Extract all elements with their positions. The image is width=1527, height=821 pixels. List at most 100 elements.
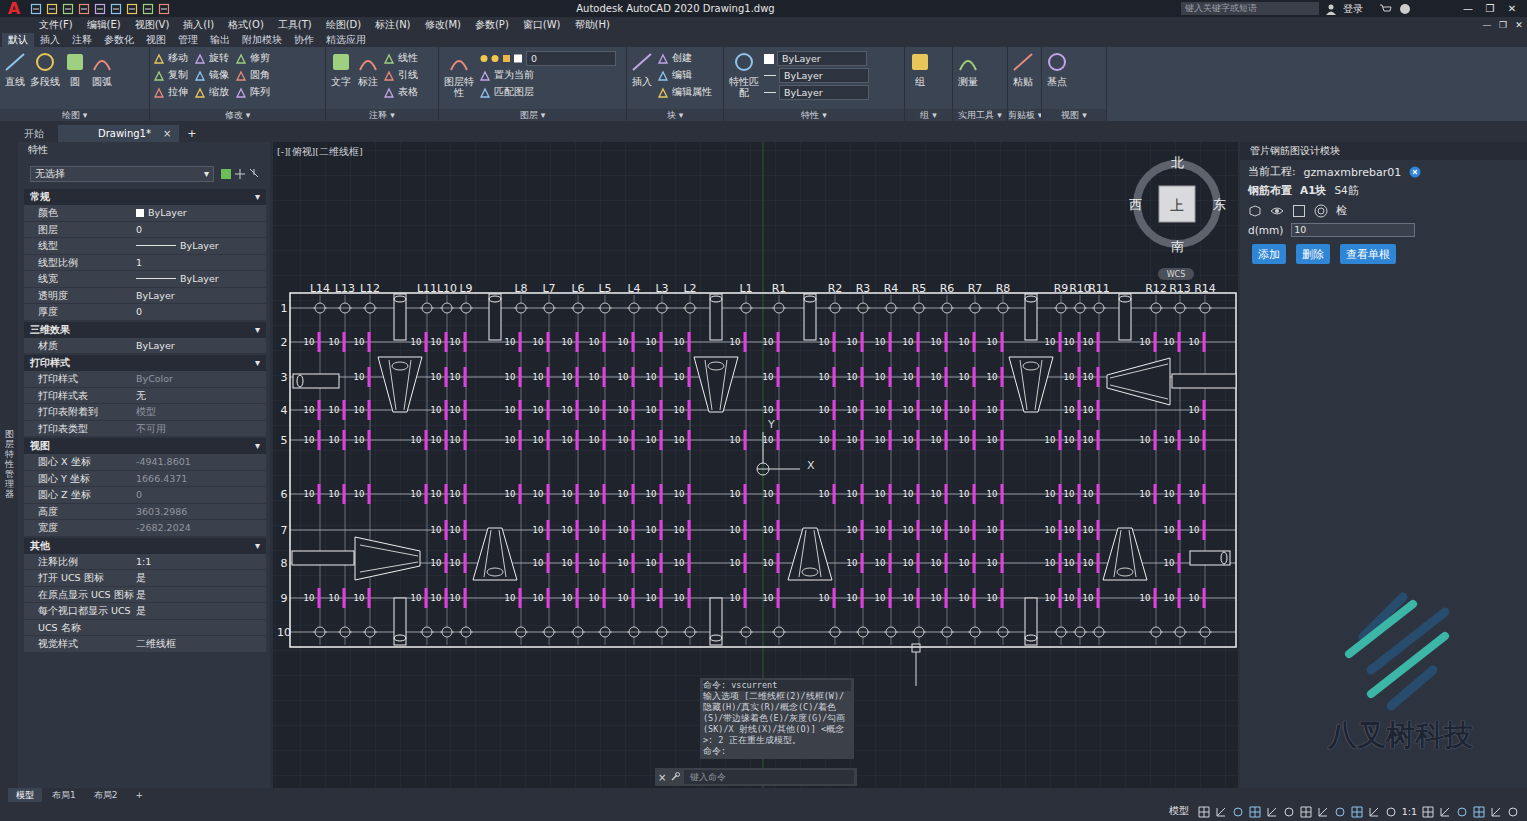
rebar-mark[interactable]: 10 [1189, 400, 1204, 420]
status-toggle-icon[interactable] [1300, 806, 1312, 818]
command-close-button[interactable]: × [658, 772, 666, 783]
property-row[interactable]: 视觉样式 二维线框 [24, 636, 266, 653]
rebar-mark[interactable]: 10 [533, 553, 548, 573]
rebar-mark[interactable]: 10 [847, 400, 862, 420]
property-row[interactable]: 打印样式表 无 [24, 388, 266, 405]
ribbon-small-tool[interactable]: 编辑 [657, 67, 712, 84]
ribbon-large-tool[interactable]: 圆 [63, 50, 87, 87]
drawing-canvas[interactable]: [-][俯视][二维线框]101010101010101010101010101… [273, 142, 1238, 788]
rebar-mark[interactable]: 10 [411, 332, 426, 352]
clear-project-icon[interactable] [1409, 166, 1421, 178]
property-row[interactable]: 在原点显示 UCS 图标 是 [24, 587, 266, 604]
layout-tab[interactable]: 布局1 [44, 788, 84, 802]
rebar-mark[interactable]: 10 [847, 588, 862, 608]
property-dropdown[interactable]: ByLayer [764, 67, 869, 84]
rebar-mark[interactable]: 10 [674, 484, 689, 504]
property-row[interactable]: 圆心 X 坐标 -4941.8601 [24, 454, 266, 471]
ribbon-group-label[interactable]: 块 ▾ [627, 109, 723, 121]
rebar-mark[interactable]: 10 [959, 553, 974, 573]
wrench-icon[interactable] [670, 772, 680, 782]
rebar-mark[interactable]: 10 [618, 332, 633, 352]
eye-icon[interactable] [1270, 204, 1284, 218]
ribbon-small-tool[interactable]: 编辑属性 [657, 84, 712, 101]
rebar-mark[interactable]: 10 [674, 332, 689, 352]
rebar-mark[interactable]: 10 [763, 430, 778, 450]
ribbon-small-tool[interactable]: 匹配图层 [479, 84, 616, 101]
rebar-mark[interactable]: 10 [329, 332, 344, 352]
diameter-input[interactable]: 10 [1291, 223, 1415, 237]
rebar-mark[interactable]: 10 [450, 332, 465, 352]
rebar-mark[interactable]: 10 [987, 520, 1002, 540]
rebar-mark[interactable]: 10 [1083, 588, 1098, 608]
rebar-mark[interactable]: 10 [875, 332, 890, 352]
ribbon-tab[interactable]: 注释 [66, 33, 98, 47]
rebar-mark[interactable]: 10 [931, 520, 946, 540]
rebar-mark[interactable]: 10 [987, 367, 1002, 387]
rebar-mark[interactable]: 10 [533, 484, 548, 504]
side-palette-handle[interactable]: 图层特性管理器 [0, 142, 18, 788]
rebar-mark[interactable]: 10 [431, 367, 446, 387]
rebar-mark[interactable]: 10 [1164, 520, 1179, 540]
rebar-mark[interactable]: 10 [329, 484, 344, 504]
rebar-mark[interactable]: 10 [505, 430, 520, 450]
rebar-mark[interactable]: 10 [959, 484, 974, 504]
rebar-mark[interactable]: 10 [646, 588, 661, 608]
rebar-mark[interactable]: 10 [847, 332, 862, 352]
ribbon-small-tool[interactable]: 阵列 [235, 84, 270, 101]
rebar-mark[interactable]: 10 [562, 332, 577, 352]
rebar-mark[interactable]: 10 [763, 588, 778, 608]
ribbon-small-tool[interactable]: 修剪 [235, 50, 270, 67]
rebar-mark[interactable]: 10 [1189, 484, 1204, 504]
status-toggle-icon[interactable] [1351, 806, 1363, 818]
rebar-mark[interactable]: 10 [931, 400, 946, 420]
rebar-mark[interactable]: 10 [1164, 484, 1179, 504]
selection-tools-icon[interactable] [220, 168, 260, 180]
rebar-mark[interactable]: 10 [618, 484, 633, 504]
cart-icon[interactable] [1379, 3, 1393, 15]
search-field[interactable]: 键入关键字或短语 [1181, 2, 1319, 15]
quick-access-icon[interactable] [142, 3, 154, 15]
ribbon-group-label[interactable]: 图层 ▾ [439, 109, 626, 121]
rebar-mark[interactable]: 10 [411, 484, 426, 504]
status-toggle-icon[interactable] [1215, 806, 1227, 818]
target-icon[interactable] [1314, 204, 1328, 218]
rebar-mark[interactable]: 10 [589, 553, 604, 573]
rebar-mark[interactable]: 10 [674, 430, 689, 450]
rebar-mark[interactable]: 10 [730, 553, 745, 573]
rebar-mark[interactable]: 10 [1045, 553, 1060, 573]
ribbon-group-label[interactable]: 实用工具 ▾ [953, 109, 1007, 121]
ribbon-group-label[interactable]: 特性 ▾ [724, 109, 904, 121]
rebar-mark[interactable]: 10 [931, 367, 946, 387]
rebar-mark[interactable]: 10 [533, 430, 548, 450]
rebar-mark[interactable]: 10 [1164, 430, 1179, 450]
rebar-mark[interactable]: 10 [903, 332, 918, 352]
rebar-mark[interactable]: 10 [1064, 484, 1079, 504]
rebar-mark[interactable]: 10 [646, 367, 661, 387]
status-toggle-icon[interactable] [1490, 806, 1502, 818]
rebar-mark[interactable]: 10 [875, 484, 890, 504]
rebar-mark[interactable]: 10 [1064, 367, 1079, 387]
login-link[interactable]: 登录 [1343, 2, 1363, 16]
rebar-mark[interactable]: 10 [819, 430, 834, 450]
user-icon[interactable] [1325, 3, 1337, 15]
property-row[interactable]: 宽度 -2682.2024 [24, 520, 266, 537]
rebar-mark[interactable]: 10 [1064, 553, 1079, 573]
rebar-mark[interactable]: 10 [730, 484, 745, 504]
ribbon-tab[interactable]: 精选应用 [320, 33, 372, 47]
rebar-mark[interactable]: 10 [819, 588, 834, 608]
rebar-mark[interactable]: 10 [589, 332, 604, 352]
menu-item[interactable]: 插入(I) [176, 18, 221, 32]
ribbon-large-tool[interactable]: 图层特性 [442, 50, 476, 98]
menu-item[interactable]: 修改(M) [418, 18, 468, 32]
rebar-mark[interactable]: 10 [411, 588, 426, 608]
rebar-mark[interactable]: 10 [847, 520, 862, 540]
rebar-mark[interactable]: 10 [763, 520, 778, 540]
rebar-mark[interactable]: 10 [1064, 520, 1079, 540]
status-toggle-icon[interactable] [1456, 806, 1468, 818]
status-toggle-icon[interactable] [1249, 806, 1261, 818]
rebar-mark[interactable]: 10 [533, 520, 548, 540]
rebar-mark[interactable]: 10 [875, 400, 890, 420]
rebar-mark[interactable]: 10 [674, 520, 689, 540]
rebar-mark[interactable]: 10 [589, 588, 604, 608]
rebar-mark[interactable]: 10 [1083, 430, 1098, 450]
